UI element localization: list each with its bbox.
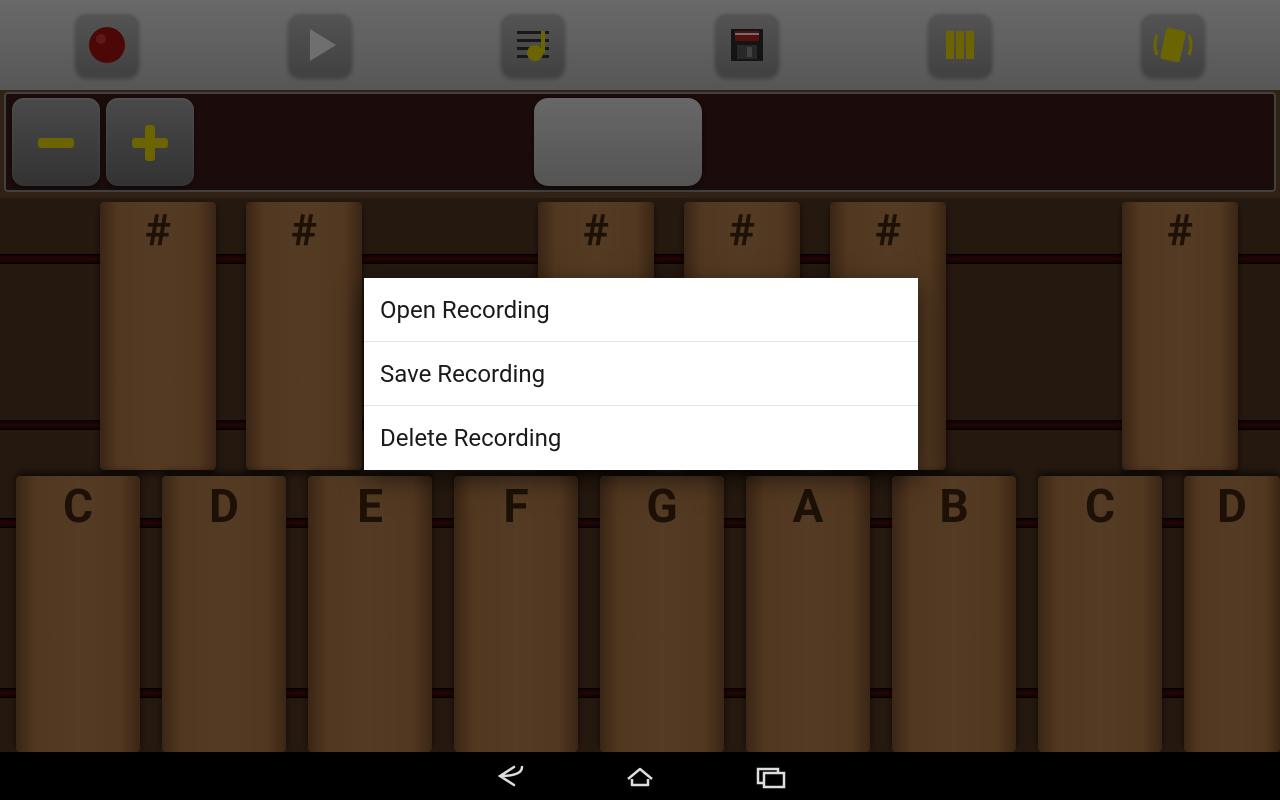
home-button[interactable] <box>620 761 660 791</box>
dialog-item-label: Delete Recording <box>380 424 561 452</box>
delete-recording-item[interactable]: Delete Recording <box>364 406 918 470</box>
back-button[interactable] <box>490 761 530 791</box>
dialog-item-label: Open Recording <box>380 296 550 324</box>
recents-button[interactable] <box>750 761 790 791</box>
dialog-item-label: Save Recording <box>380 360 545 388</box>
recording-menu-dialog: Open Recording Save Recording Delete Rec… <box>364 278 918 470</box>
android-navbar <box>0 752 1280 800</box>
save-recording-item[interactable]: Save Recording <box>364 342 918 406</box>
open-recording-item[interactable]: Open Recording <box>364 278 918 342</box>
